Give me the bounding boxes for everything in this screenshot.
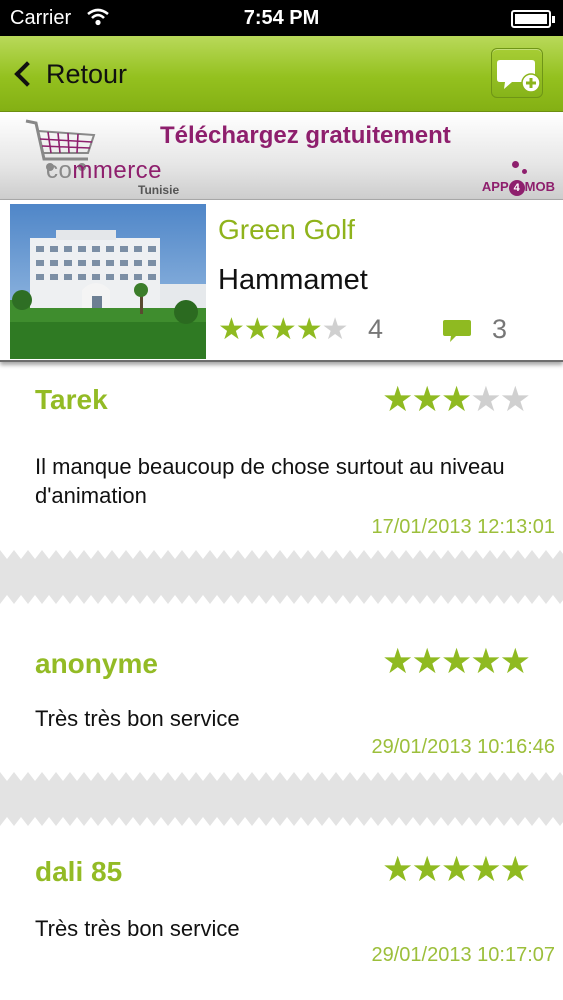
star-filled-icon: ★ [499,850,531,889]
review-text: Très très bon service [35,916,240,941]
ad-banner[interactable]: commerce Tunisie Téléchargez gratuitemen… [0,113,563,200]
star-filled-icon: ★ [411,380,442,419]
review-text: Très très bon service [35,706,240,731]
back-button[interactable]: Retour [10,50,127,98]
star-filled-icon: ★ [382,642,413,681]
review-star-rating: ★★★★★ [382,850,531,890]
hotel-city: Hammamet [218,264,368,296]
banner-logo: commerce [46,157,163,184]
review-item: Tarek ★★★★★ Il manque beaucoup de chose … [0,362,563,558]
star-empty-icon: ★ [470,380,501,419]
star-filled-icon: ★ [218,313,245,346]
star-filled-icon: ★ [411,642,442,681]
star-filled-icon: ★ [382,380,413,419]
review-separator [0,550,563,604]
add-comment-button[interactable] [491,48,543,98]
navigation-bar: Retour [0,36,563,112]
star-empty-icon: ★ [499,380,531,419]
review-date: 17/01/2013 12:13:01 [371,516,555,538]
review-author: Tarek [35,384,108,415]
review-separator [0,772,563,826]
review-item: anonyme ★★★★★ Très très bon service 29/0… [0,610,563,774]
star-filled-icon: ★ [499,642,531,681]
battery-icon [511,10,555,28]
review-item: dali 85 ★★★★★ Très très bon service 29/0… [0,826,563,1000]
clock: 7:54 PM [243,7,320,29]
star-filled-icon: ★ [269,313,297,346]
back-button-label: Retour [46,58,128,89]
comment-icon [443,320,471,342]
star-filled-icon: ★ [295,313,323,346]
star-filled-icon: ★ [440,850,472,889]
hotel-star-rating: ★★★★★ [218,312,349,347]
star-filled-icon: ★ [411,850,442,889]
review-text: Il manque beaucoup de chose surtout au n… [35,454,505,508]
app-screen: Carrier 7:54 PM Retour commerce Tunisie … [0,0,563,1000]
chevron-left-icon [14,61,40,87]
banner-brand: APP 4 MOB [481,179,555,196]
hotel-comment-count: 3 [492,314,508,344]
add-comment-icon [497,60,541,93]
hotel-photo [10,204,206,359]
review-date: 29/01/2013 10:17:07 [371,944,555,966]
review-date: 29/01/2013 10:16:46 [371,736,555,758]
star-filled-icon: ★ [243,313,271,346]
review-star-rating: ★★★★★ [382,642,531,682]
star-filled-icon: ★ [382,850,413,889]
star-filled-icon: ★ [470,642,501,681]
hotel-name: Green Golf [218,214,355,245]
hotel-header: Green Golf Hammamet ★★★★★ 4 3 [0,200,563,362]
review-star-rating: ★★★★★ [382,380,531,420]
star-filled-icon: ★ [440,642,472,681]
star-filled-icon: ★ [470,850,501,889]
banner-logo-subtitle: Tunisie [138,183,180,197]
banner-headline: Téléchargez gratuitement [160,122,451,149]
star-empty-icon: ★ [321,313,349,346]
status-bar: Carrier 7:54 PM [0,0,563,36]
hotel-rating-value: 4 [368,314,384,344]
review-author: anonyme [35,648,158,679]
review-author: dali 85 [35,856,123,887]
star-filled-icon: ★ [440,380,472,419]
